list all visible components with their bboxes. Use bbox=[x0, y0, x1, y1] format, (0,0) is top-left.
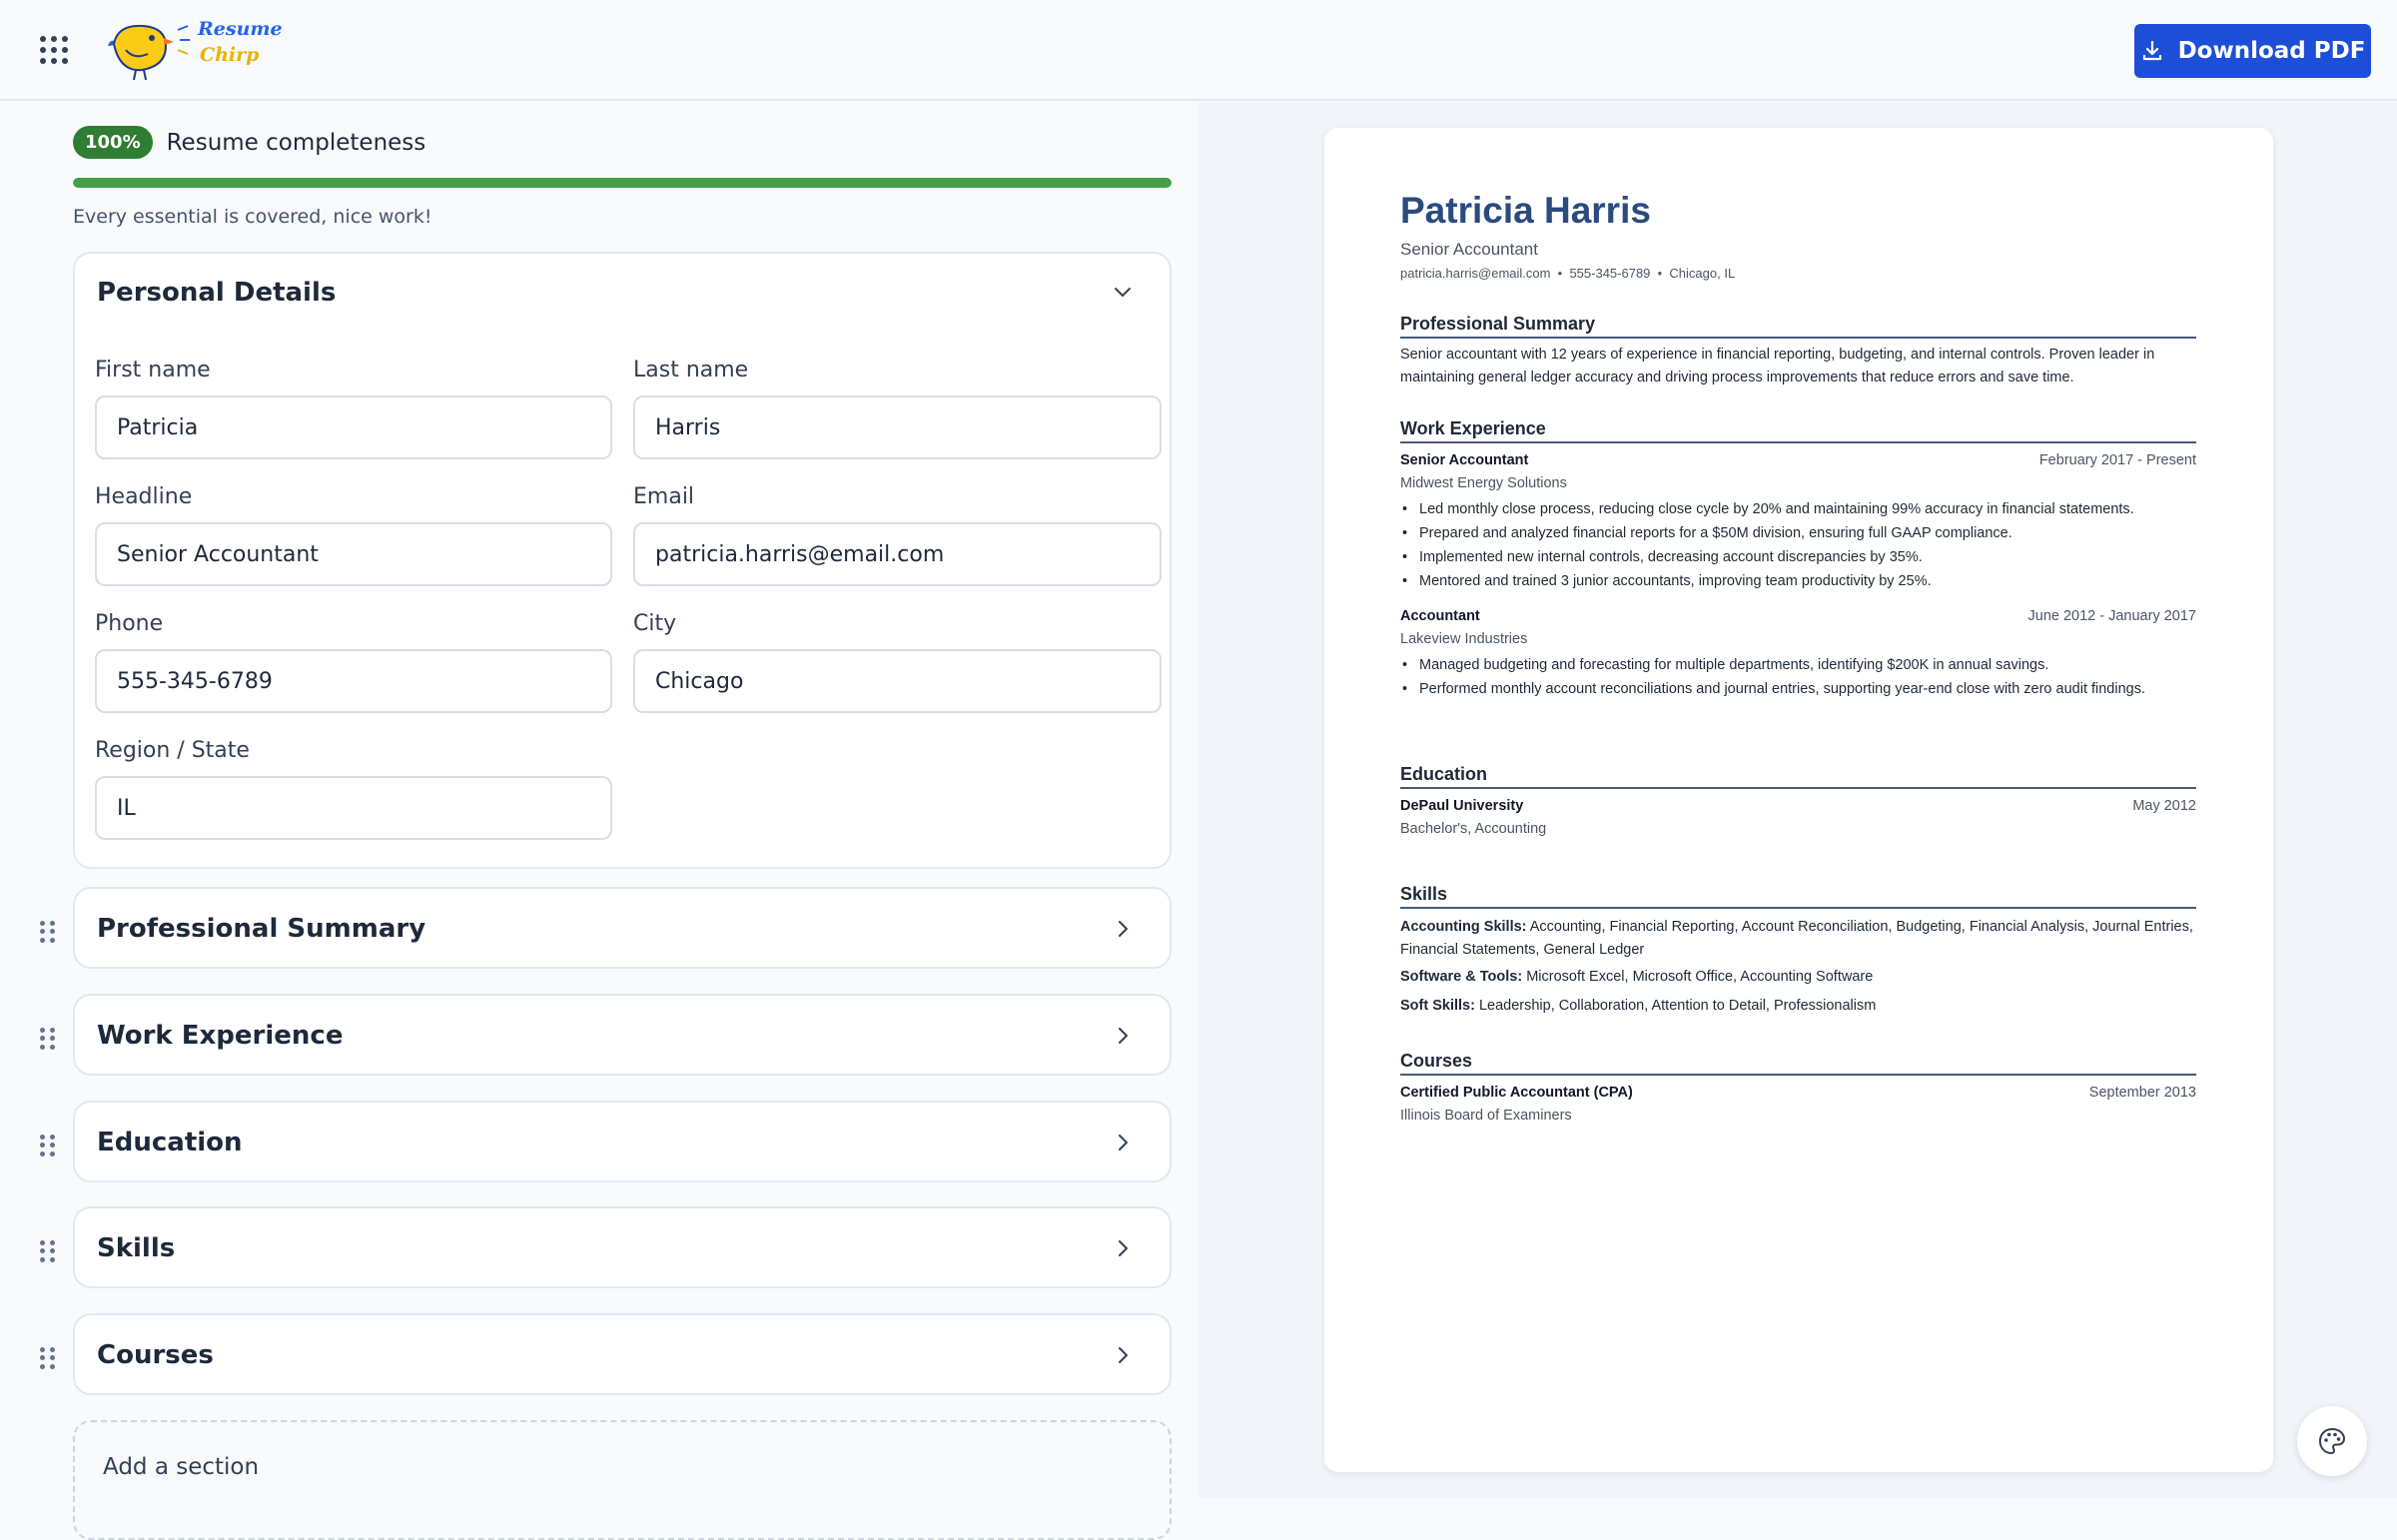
chevron-right-icon bbox=[1119, 1028, 1128, 1044]
phone-input[interactable] bbox=[95, 649, 612, 713]
resume-section-heading: Work Experience bbox=[1400, 418, 2196, 443]
drag-handle-icon[interactable] bbox=[40, 1028, 56, 1050]
course-name: Certified Public Accountant (CPA) bbox=[1400, 1085, 1633, 1101]
region-input[interactable] bbox=[95, 776, 612, 840]
section-title: Education bbox=[97, 1128, 243, 1157]
section-title: Professional Summary bbox=[97, 914, 426, 944]
resume-preview: Patricia Harris Senior Accountant patric… bbox=[1324, 128, 2273, 1472]
section-card-professional-summary[interactable]: Professional Summary bbox=[73, 887, 1172, 969]
skill-label: Soft Skills: bbox=[1400, 998, 1475, 1014]
course-date: September 2013 bbox=[2088, 1085, 2196, 1101]
download-pdf-button[interactable]: Download PDF bbox=[2134, 24, 2371, 78]
first-name-input[interactable] bbox=[95, 395, 612, 459]
resume-contact: patricia.harris@email.com • 555-345-6789… bbox=[1400, 266, 1736, 281]
section-card-work-experience[interactable]: Work Experience bbox=[73, 994, 1172, 1076]
section-title: Work Experience bbox=[97, 1021, 344, 1051]
job-bullets: Led monthly close process, reducing clos… bbox=[1400, 498, 2196, 594]
completeness-note: Every essential is covered, nice work! bbox=[73, 206, 432, 228]
skill-row: Accounting Skills: Accounting, Financial… bbox=[1400, 916, 2196, 962]
top-bar: Resume Chirp Download PDF bbox=[0, 0, 2397, 101]
personal-details-title[interactable]: Personal Details bbox=[97, 254, 336, 332]
resume-section-heading: Skills bbox=[1400, 884, 2196, 909]
email-label: Email bbox=[633, 484, 695, 509]
completeness-bar bbox=[73, 178, 1172, 188]
list-item: Prepared and analyzed financial reports … bbox=[1400, 522, 2196, 545]
add-section-label: Add a section bbox=[103, 1454, 260, 1480]
list-item: Performed monthly account reconciliation… bbox=[1400, 678, 2196, 701]
editor-panel: 100% Resume completeness Every essential… bbox=[0, 102, 1198, 1540]
skill-value: Microsoft Excel, Microsoft Office, Accou… bbox=[1526, 969, 1874, 985]
add-section-button[interactable]: Add a section bbox=[73, 1420, 1172, 1540]
chevron-right-icon bbox=[1119, 1135, 1128, 1151]
school-date: May 2012 bbox=[2132, 798, 2196, 814]
degree: Bachelor's, Accounting bbox=[1400, 821, 1547, 837]
last-name-input[interactable] bbox=[633, 395, 1162, 459]
job-dates: February 2017 - Present bbox=[2038, 452, 2196, 468]
skill-label: Software & Tools: bbox=[1400, 969, 1523, 985]
completeness-header: 100% Resume completeness bbox=[73, 126, 425, 159]
city-label: City bbox=[633, 611, 677, 636]
chevron-down-icon[interactable] bbox=[1112, 282, 1134, 304]
job-company: Lakeview Industries bbox=[1400, 631, 1528, 647]
chevron-right-icon bbox=[1119, 1240, 1128, 1256]
job-bullets: Managed budgeting and forecasting for mu… bbox=[1400, 654, 2196, 702]
drag-handle-icon[interactable] bbox=[40, 1347, 56, 1369]
first-name-label: First name bbox=[95, 358, 211, 383]
bird-logo-icon bbox=[108, 24, 190, 81]
personal-details-card: Personal Details First name Last name He… bbox=[73, 252, 1172, 869]
section-card-skills[interactable]: Skills bbox=[73, 1206, 1172, 1288]
job-company: Midwest Energy Solutions bbox=[1400, 475, 1567, 491]
job-dates: June 2012 - January 2017 bbox=[2027, 608, 2197, 624]
job-role: Accountant bbox=[1400, 608, 1480, 624]
resume-section-heading: Courses bbox=[1400, 1051, 2196, 1076]
resume-summary: Senior accountant with 12 years of exper… bbox=[1400, 347, 2155, 385]
skill-row: Software & Tools: Microsoft Excel, Micro… bbox=[1400, 966, 2196, 989]
completeness-bar-fill bbox=[73, 178, 1172, 188]
resume-headline: Senior Accountant bbox=[1400, 240, 1538, 259]
palette-button[interactable] bbox=[2297, 1406, 2367, 1476]
city-input[interactable] bbox=[633, 649, 1162, 713]
download-pdf-label: Download PDF bbox=[2177, 38, 2366, 64]
drag-handle-icon[interactable] bbox=[40, 921, 56, 943]
school-name: DePaul University bbox=[1400, 798, 1524, 814]
skill-row: Soft Skills: Leadership, Collaboration, … bbox=[1400, 995, 2196, 1018]
skill-label: Accounting Skills: bbox=[1400, 919, 1527, 935]
palette-icon bbox=[2318, 1427, 2346, 1455]
section-title: Courses bbox=[97, 1340, 214, 1370]
resume-section-heading: Education bbox=[1400, 764, 2196, 789]
logo-text-top: Resume bbox=[198, 18, 283, 40]
list-item: Led monthly close process, reducing clos… bbox=[1400, 498, 2196, 521]
headline-label: Headline bbox=[95, 484, 193, 509]
resume-name: Patricia Harris bbox=[1400, 190, 1651, 231]
list-item: Implemented new internal controls, decre… bbox=[1400, 546, 2196, 569]
chevron-right-icon bbox=[1119, 921, 1128, 937]
course-org: Illinois Board of Examiners bbox=[1400, 1108, 1572, 1124]
job-role: Senior Accountant bbox=[1400, 452, 1529, 468]
phone-label: Phone bbox=[95, 611, 164, 636]
completeness-badge: 100% bbox=[73, 126, 153, 159]
list-item: Mentored and trained 3 junior accountant… bbox=[1400, 570, 2196, 593]
email-input[interactable] bbox=[633, 522, 1162, 586]
drag-handle-icon[interactable] bbox=[40, 1240, 56, 1262]
skill-value: Leadership, Collaboration, Attention to … bbox=[1478, 998, 1877, 1014]
last-name-label: Last name bbox=[633, 358, 749, 383]
logo[interactable]: Resume Chirp bbox=[104, 16, 283, 82]
section-card-courses[interactable]: Courses bbox=[73, 1313, 1172, 1395]
list-item: Managed budgeting and forecasting for mu… bbox=[1400, 654, 2196, 677]
download-icon bbox=[2142, 40, 2161, 61]
preview-panel: Patricia Harris Senior Accountant patric… bbox=[1198, 102, 2397, 1498]
apps-grid-icon[interactable] bbox=[40, 36, 74, 64]
resume-section-heading: Professional Summary bbox=[1400, 314, 2196, 339]
logo-text-bottom: Chirp bbox=[200, 44, 260, 66]
section-title: Skills bbox=[97, 1233, 176, 1263]
region-label: Region / State bbox=[95, 738, 250, 763]
headline-input[interactable] bbox=[95, 522, 612, 586]
completeness-title: Resume completeness bbox=[166, 129, 426, 156]
chevron-right-icon bbox=[1119, 1347, 1128, 1363]
drag-handle-icon[interactable] bbox=[40, 1135, 56, 1156]
section-card-education[interactable]: Education bbox=[73, 1101, 1172, 1182]
